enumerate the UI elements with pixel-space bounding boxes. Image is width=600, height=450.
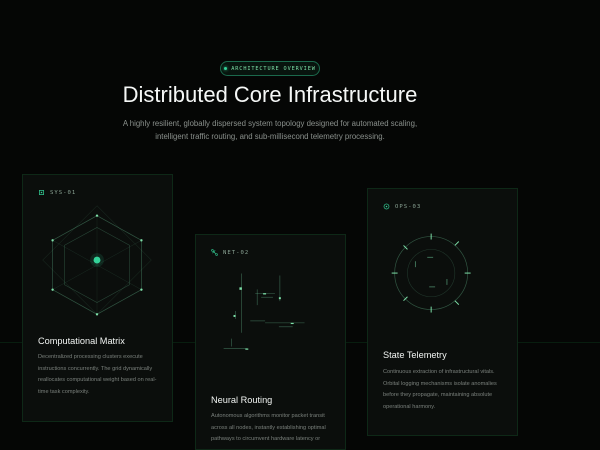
badge-dot-icon bbox=[224, 67, 228, 70]
card-tag: OPS-03 bbox=[395, 203, 422, 210]
card-header: SYS-01 bbox=[38, 189, 76, 196]
page-subtitle: A highly resilient, globally dispersed s… bbox=[122, 119, 418, 141]
card-title: State Telemetry bbox=[383, 350, 447, 360]
card-tag: NET-02 bbox=[223, 249, 250, 256]
card-state-telemetry[interactable]: OPS-03 State Telemetry Continuous extrac… bbox=[367, 188, 518, 436]
page-title: Distributed Core Infrastructure bbox=[122, 82, 418, 107]
network-icon bbox=[211, 249, 218, 256]
routing-visual bbox=[223, 273, 305, 350]
chip-icon bbox=[39, 190, 44, 195]
matrix-visual bbox=[42, 205, 152, 316]
card-title: Neural Routing bbox=[211, 395, 273, 405]
card-tag: SYS-01 bbox=[50, 189, 77, 196]
section-badge: ARCHITECTURE OVERVIEW bbox=[220, 61, 320, 76]
card-computational-matrix[interactable]: SYS-01 Computational Matrix Decentralize… bbox=[22, 174, 173, 422]
card-description: Continuous extraction of infrastructural… bbox=[383, 369, 497, 410]
card-header: NET-02 bbox=[211, 249, 249, 256]
card-description: Decentralized processing clusters execut… bbox=[38, 354, 157, 395]
card-title: Computational Matrix bbox=[38, 336, 125, 346]
telemetry-visual bbox=[391, 233, 471, 313]
card-description: Autonomous algorithms monitor packet tra… bbox=[211, 413, 326, 442]
badge-label: ARCHITECTURE OVERVIEW bbox=[231, 65, 316, 72]
target-icon bbox=[383, 203, 390, 210]
card-neural-routing[interactable]: NET-02 Neural Routing Autonomous algorit… bbox=[195, 234, 346, 450]
card-header: OPS-03 bbox=[383, 203, 421, 210]
